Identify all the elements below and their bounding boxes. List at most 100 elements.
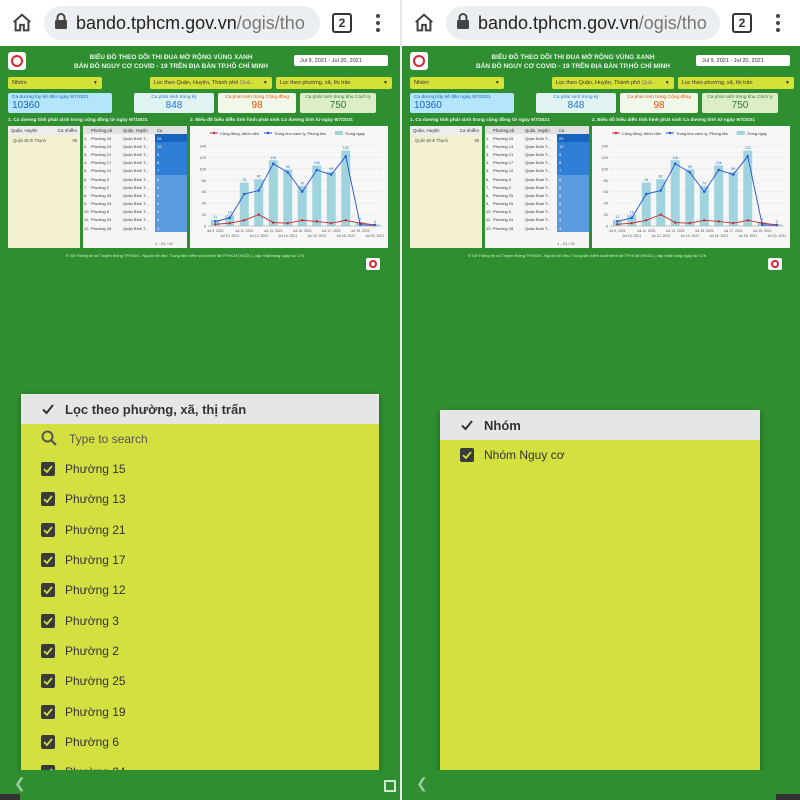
ward-option[interactable]: Phường 12 (21, 575, 379, 605)
table-row[interactable]: Quận Bình Thạnh 98 (8, 135, 80, 143)
checkbox-checked-icon[interactable] (41, 583, 55, 598)
tab-switcher-button[interactable]: 2 (728, 9, 756, 37)
address-bar[interactable]: bando.tphcm.gov.vn/ogis/tho (446, 6, 720, 40)
series-point (703, 219, 706, 222)
series-point (344, 219, 347, 222)
tab-switcher-button[interactable]: 2 (328, 9, 356, 37)
table-row[interactable]: 2. Phường 13 Quận Bình T... 12 (485, 142, 589, 151)
table-row[interactable]: 7. Phường 2 Quận Bình T... 5 (83, 183, 187, 192)
ward-option[interactable]: Phường 13 (21, 484, 379, 514)
table-row[interactable]: 5. Phường 12 Quận Bình T... 7 (83, 166, 187, 175)
select-all-checkbox-icon[interactable] (460, 418, 474, 432)
menu-icon[interactable] (364, 9, 392, 37)
table-row[interactable]: 2. Phường 13 Quận Bình T... 12 (83, 142, 187, 151)
fullscreen-icon[interactable] (384, 780, 396, 792)
table-row[interactable]: 1. Phường 15 Quận Bình T... 25 (485, 134, 589, 143)
date-range-picker[interactable]: Jul 9, 2021 - Jul 20, 2021 (696, 55, 790, 66)
select-all-checkbox-icon[interactable] (41, 402, 55, 416)
stat-quarantine: Ca phát sinh trong khu Cách ly 750 (702, 93, 778, 113)
home-icon[interactable] (8, 9, 36, 37)
table-row[interactable]: 8. Phường 25 Quận Bình T... 5 (83, 191, 187, 200)
ward-option[interactable]: Phường 3 (21, 605, 379, 635)
table-row[interactable]: 4. Phường 17 Quận Bình T... 8 (485, 158, 589, 167)
ward-option[interactable]: Phường 19 (21, 696, 379, 726)
ward-dropdown-header[interactable]: Lọc theo phường, xã, thị trấn (21, 394, 379, 424)
table-row[interactable]: 11. Phường 24 Quận Bình T... 4 (485, 215, 589, 225)
checkbox-checked-icon[interactable] (41, 674, 55, 689)
x-tick-label: Jul 14, 2021 (278, 234, 297, 238)
ward-filter[interactable]: Lọc theo phường, xã, thị trấn ▼ (275, 77, 392, 89)
address-bar[interactable]: bando.tphcm.gov.vn/ogis/tho (44, 6, 320, 40)
logo-icon (8, 52, 26, 70)
ward-option[interactable]: Phường 17 (21, 545, 379, 575)
menu-icon[interactable] (764, 9, 792, 37)
table-row[interactable]: 12. Phường 28 Quận Bình T... 4 (83, 224, 187, 233)
table-row[interactable]: 5. Phường 12 Quận Bình T... 7 (485, 166, 589, 175)
y-tick-label: 140 (601, 144, 608, 149)
table-row[interactable]: 10. Phường 6 Quận Bình T... 5 (83, 207, 187, 216)
table-row[interactable]: 10. Phường 6 Quận Bình T... 5 (485, 207, 589, 216)
ward-search-input[interactable]: Type to search (21, 424, 379, 454)
table-row[interactable]: 11. Phường 24 Quận Bình T... 4 (83, 215, 187, 225)
date-range-picker[interactable]: Jul 9, 2021 - Jul 20, 2021 (294, 55, 388, 66)
table-row[interactable]: 9. Phường 19 Quận Bình T... 5 (485, 199, 589, 208)
prev-page-icon[interactable]: ❮ (416, 775, 428, 792)
checkbox-checked-icon[interactable] (460, 448, 474, 463)
district-filter[interactable]: Lọc theo Quận, Huyện, Thành phố Quậ... ▼ (149, 77, 272, 89)
series-line (215, 155, 375, 226)
y-tick-label: 120 (199, 155, 206, 160)
table-row[interactable]: 8. Phường 25 Quận Bình T... 5 (485, 191, 589, 200)
checkbox-checked-icon[interactable] (41, 643, 55, 658)
lock-icon (54, 12, 68, 34)
table-row[interactable]: 3. Phường 21 Quận Bình T... 9 (485, 150, 589, 159)
dashboard-nav-bar: ❮ (402, 770, 800, 800)
group-filter-label: Nhóm (12, 80, 27, 86)
tab-count: 2 (332, 13, 352, 33)
table-row[interactable]: 6. Phường 3 Quận Bình T... 6 (83, 174, 187, 184)
x-tick-label: Jul 16, 2021 (709, 234, 728, 238)
group-filter[interactable]: Nhóm ▼ (8, 77, 102, 89)
ward-option[interactable]: Phường 25 (21, 666, 379, 696)
checkbox-checked-icon[interactable] (41, 522, 55, 537)
district-filter[interactable]: Lọc theo Quận, Huyện, Thành phố Quậ... ▼ (551, 77, 674, 89)
title-line-1: BIỂU ĐỒ THEO DÕI THI ĐUA MỞ RỘNG VÙNG XA… (89, 54, 253, 61)
table-row[interactable]: 1. Phường 15 Quận Bình T... 25 (83, 134, 187, 143)
table-row[interactable]: 7. Phường 2 Quận Bình T... 5 (485, 183, 589, 192)
table-row[interactable]: 12. Phường 28 Quận Bình T... 4 (485, 224, 589, 233)
group-dropdown-header[interactable]: Nhóm (440, 410, 760, 440)
bar-data-label: 115 (270, 156, 276, 160)
ward-dropdown: Lọc theo phường, xã, thị trấn Type to se… (21, 394, 379, 800)
ward-option[interactable]: Phường 21 (21, 515, 379, 545)
checkbox-checked-icon[interactable] (41, 613, 55, 628)
ward-filter[interactable]: Lọc theo phường, xã, thị trấn ▼ (677, 77, 794, 89)
title-line-2: BẢN ĐỒ NGUY CƠ COVID - 19 TRÊN ĐỊA BÀN T… (74, 63, 268, 70)
group-option[interactable]: Nhóm Nguy cơ (440, 440, 760, 470)
table-pagination[interactable]: 1 - 21 / 21 (557, 241, 575, 246)
table-row[interactable]: 6. Phường 3 Quận Bình T... 6 (485, 174, 589, 184)
table-row[interactable]: Quận Bình Thạnh 98 (410, 135, 482, 143)
checkbox-checked-icon[interactable] (41, 553, 55, 568)
home-icon[interactable] (410, 9, 438, 37)
cases-chart: Cộng đồng, bệnh viện Trong khu cách ly, P… (190, 126, 388, 248)
checkbox-checked-icon[interactable] (41, 704, 55, 719)
ward-option[interactable]: Phường 15 (21, 454, 379, 484)
series-point (301, 219, 304, 222)
series-point (315, 168, 318, 172)
checkbox-checked-icon[interactable] (41, 462, 55, 477)
ward-option-label: Phường 21 (65, 522, 126, 537)
checkbox-checked-icon[interactable] (41, 734, 55, 749)
district-table: Quận, Huyện Ca nhiễm Quận Bình Thạnh 98 (410, 126, 482, 248)
ward-option[interactable]: Phường 6 (21, 727, 379, 757)
ward-option[interactable]: Phường 2 (21, 636, 379, 666)
group-filter[interactable]: Nhóm ▼ (410, 77, 504, 89)
right-pane: bando.tphcm.gov.vn/ogis/tho 2 BIỂU ĐỒ TH… (400, 0, 800, 800)
table-row[interactable]: 3. Phường 21 Quận Bình T... 9 (83, 150, 187, 159)
table-pagination[interactable]: 1 - 21 / 21 (155, 241, 173, 246)
stat-community: Ca phát sinh trong Cộng đồng 98 (620, 93, 698, 113)
checkbox-checked-icon[interactable] (41, 492, 55, 507)
table-row[interactable]: 4. Phường 17 Quận Bình T... 8 (83, 158, 187, 167)
table-row[interactable]: 9. Phường 19 Quận Bình T... 5 (83, 199, 187, 208)
district-filter-label: Lọc theo Quận, Huyện, Thành phố Quậ... (153, 80, 255, 86)
prev-page-icon[interactable]: ❮ (14, 775, 26, 792)
legend-marker (614, 131, 618, 135)
